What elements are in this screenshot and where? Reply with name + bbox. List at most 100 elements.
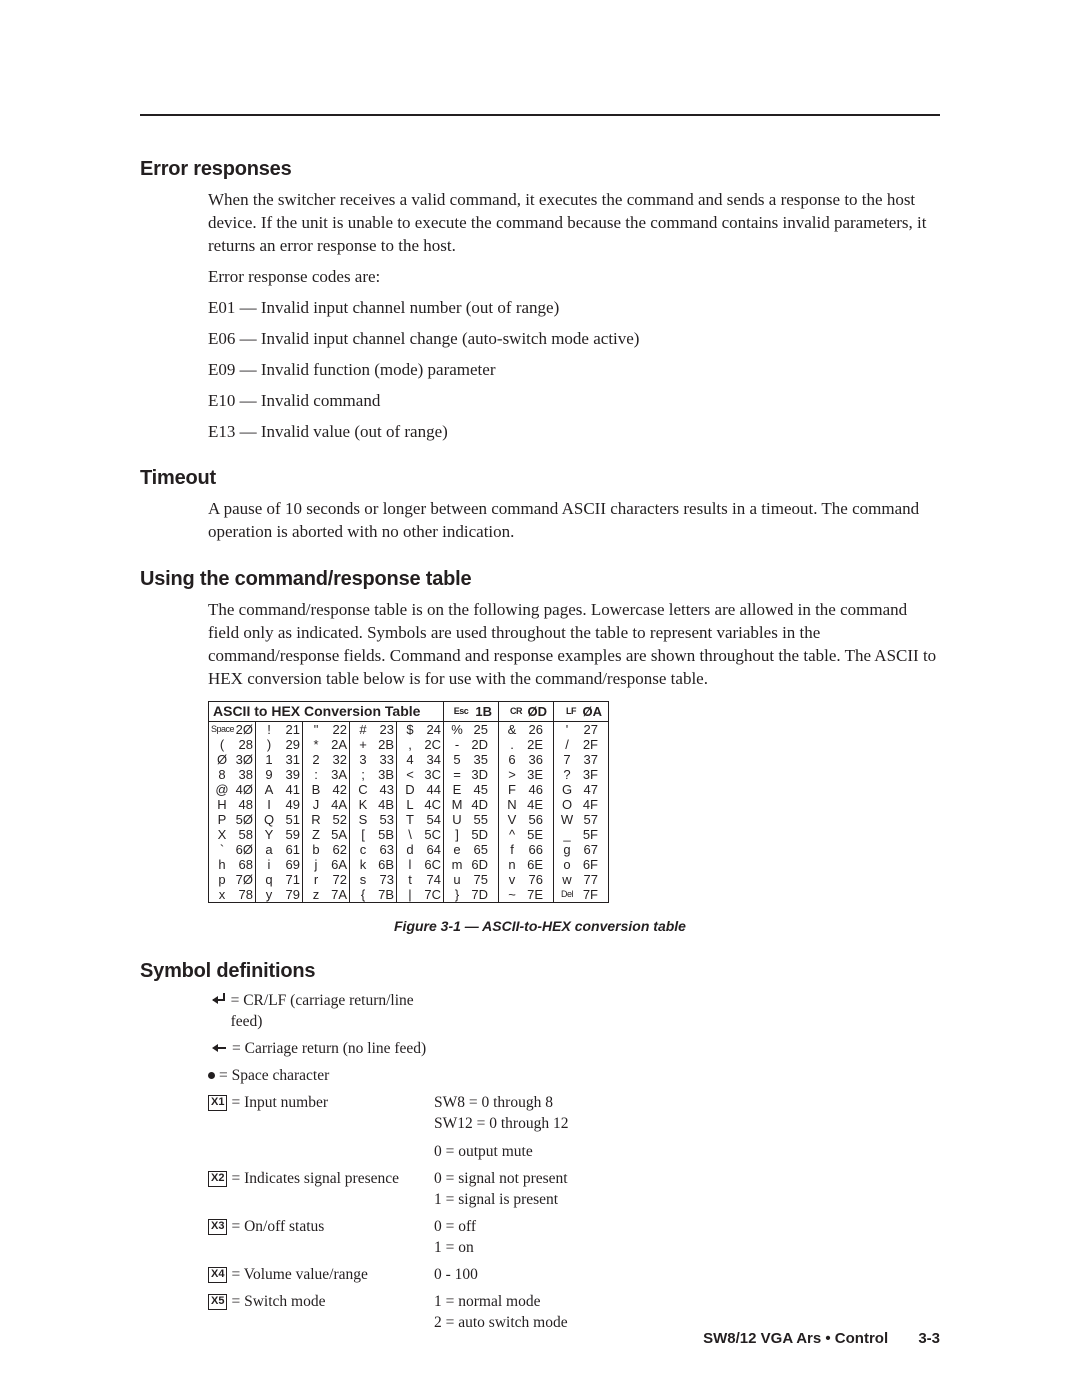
hex-cell: S53 [350,812,396,827]
hex-cell: (28 [209,737,255,752]
hex-cell: `6Ø [209,842,255,857]
heading-symdef: Symbol definitions [140,958,940,985]
hex-cell: a61 [256,842,302,857]
page-number: 3-3 [918,1330,940,1347]
hex-cell: R52 [303,812,349,827]
hex-cell: d64 [397,842,443,857]
symbol-desc: = Switch mode [231,1292,325,1313]
hex-cell: 535 [444,752,498,767]
hex-cell: P5Ø [209,812,255,827]
hex-cell: *2A [303,737,349,752]
error-code: E10 — Invalid command [208,390,940,413]
symbol-values: 1 = normal mode2 = auto switch mode [434,1292,940,1334]
hex-cell: s73 [350,872,396,887]
symbol-definitions: = CR/LF (carriage return/line feed) = Car… [208,991,940,1334]
hex-cell: u75 [444,872,498,887]
hex-cell: M4D [444,797,498,812]
error-intro: When the switcher receives a valid comma… [208,189,940,258]
hex-cell: "22 [303,722,349,737]
hex-cell: f66 [499,842,553,857]
hex-cell: k6B [350,857,396,872]
hex-cell: 131 [256,752,302,767]
hex-cell: -2D [444,737,498,752]
symbol-desc: = Volume value/range [231,1265,367,1286]
hex-cell: {7B [350,887,396,902]
symbol-row: = Carriage return (no line feed) [208,1039,940,1060]
hex-cell: :3A [303,767,349,782]
hex-cell: 434 [397,752,443,767]
hex-cell: O4F [554,797,608,812]
hex-cell: y79 [256,887,302,902]
hex-cell: q71 [256,872,302,887]
top-rule [140,114,940,116]
space-dot-icon [208,1072,215,1079]
symbol-desc: = On/off status [231,1217,324,1238]
footer: SW8/12 VGA Ars • Control 3-3 [703,1329,940,1349]
hex-cell: 939 [256,767,302,782]
hex-cell: Ø3Ø [209,752,255,767]
hex-cell: Del7F [554,887,608,902]
hex-cell: 232 [303,752,349,767]
hex-cell: I49 [256,797,302,812]
hex-cell: [5B [350,827,396,842]
hex-cell: @4Ø [209,782,255,797]
hex-cell: w77 [554,872,608,887]
hex-cell: D44 [397,782,443,797]
hex-cell: T54 [397,812,443,827]
hex-cell: z7A [303,887,349,902]
hex-cell: ~7E [499,887,553,902]
hex-column: %25-2D535=3DE45M4DU55]5De65m6Du75}7D [444,722,499,903]
hex-cell: H48 [209,797,255,812]
hex-cell: m6D [444,857,498,872]
hex-cell: ?3F [554,767,608,782]
hex-cell: 333 [350,752,396,767]
symbol-values: 0 = signal not present1 = signal is pres… [434,1169,940,1211]
hex-cell: l6C [397,857,443,872]
hex-cell: +2B [350,737,396,752]
hex-cell: b62 [303,842,349,857]
hex-cell: _5F [554,827,608,842]
timeout-body: A pause of 10 seconds or longer between … [208,498,940,544]
heading-timeout: Timeout [140,465,940,492]
variable-box: X3 [208,1219,227,1235]
hex-cell: U55 [444,812,498,827]
hex-cell: ]5D [444,827,498,842]
hex-cell: Z5A [303,827,349,842]
variable-box: X2 [208,1171,227,1187]
hex-cell: r72 [303,872,349,887]
hex-cell: >3E [499,767,553,782]
hex-cell: #23 [350,722,396,737]
symbol-row: = CR/LF (carriage return/line feed) [208,991,940,1033]
hex-column: '27/2F737?3FG47O4FW57_5Fg67o6Fw77Del7F [554,722,609,903]
hex-cell: }7D [444,887,498,902]
symbol-desc: = CR/LF (carriage return/line feed) [231,991,434,1033]
ascii-hex-table: ASCII to HEX Conversion TableEsc1BCRØDLF… [208,701,940,903]
footer-text: SW8/12 VGA Ars • Control [703,1330,888,1347]
hex-cell: N4E [499,797,553,812]
hex-cell: )29 [256,737,302,752]
hex-cell: F46 [499,782,553,797]
hex-cell: X58 [209,827,255,842]
hex-header-pair: LFØA [554,702,609,722]
symbol-row: X4 = Volume value/range0 - 100 [208,1265,940,1286]
symbol-row: = Space character [208,1066,940,1087]
hex-cell: o6F [554,857,608,872]
hex-cell: n6E [499,857,553,872]
hex-cell: <3C [397,767,443,782]
hex-cell: ^5E [499,827,553,842]
hex-cell: B42 [303,782,349,797]
hex-cell: 838 [209,767,255,782]
hex-cell: c63 [350,842,396,857]
error-code: E09 — Invalid function (mode) parameter [208,359,940,382]
hex-cell: |7C [397,887,443,902]
error-code: E06 — Invalid input channel change (auto… [208,328,940,351]
hex-cell: ,2C [397,737,443,752]
symbol-row: X1 = Input numberSW8 = 0 through 8SW12 =… [208,1093,940,1164]
hex-column: "22*2A232:3AB42J4AR52Z5Ab62j6Ar72z7A [303,722,350,903]
symbol-row: X2 = Indicates signal presence0 = signal… [208,1169,940,1211]
hex-cell: e65 [444,842,498,857]
hex-cell: A41 [256,782,302,797]
hex-cell: t74 [397,872,443,887]
variable-box: X4 [208,1267,227,1283]
hex-cell: $24 [397,722,443,737]
